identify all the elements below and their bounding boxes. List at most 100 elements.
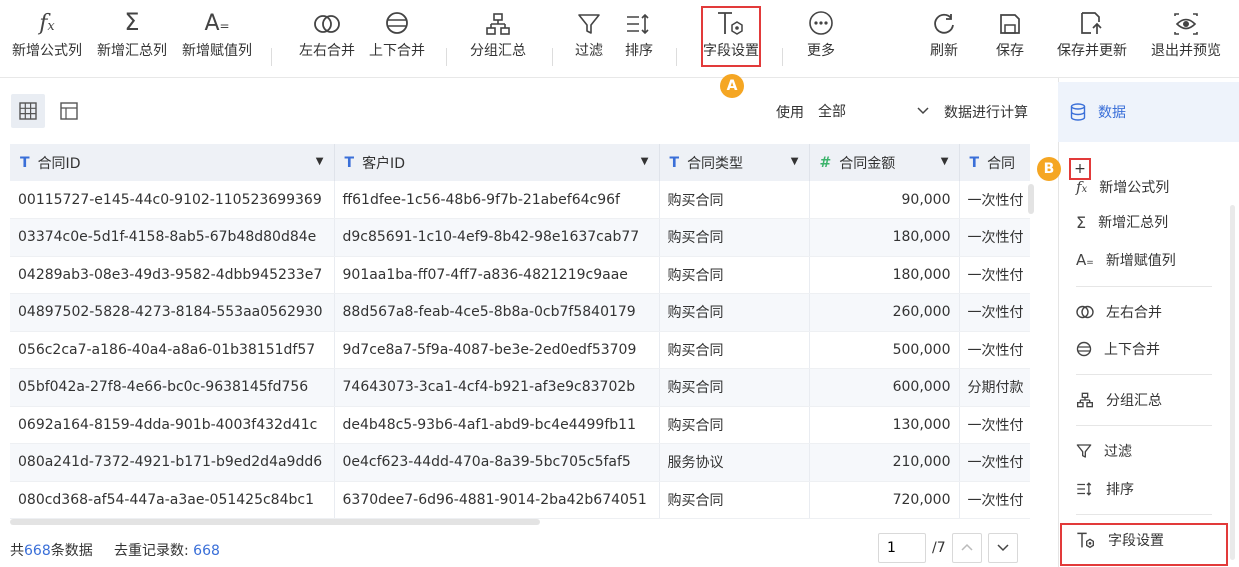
table-cell: 购买合同 xyxy=(659,256,810,294)
sigma-icon: Σ xyxy=(1076,212,1087,232)
table-cell: 180,000 xyxy=(809,218,960,257)
column-header-customer-id[interactable]: T 客户ID ▼ xyxy=(334,144,660,181)
table-row[interactable]: 056c2ca7-a186-40a4-a8a6-01b38151df57 9d7c… xyxy=(10,331,1030,369)
exit-preview-label: 退出并预览 xyxy=(1151,43,1221,59)
merge-top-bottom-button[interactable]: 上下合并 xyxy=(364,0,430,78)
assign-icon: A= xyxy=(1076,251,1094,269)
table-row[interactable]: 0692a164-8159-4dda-901b-4003f432d41c de4b… xyxy=(10,406,1030,444)
table-cell: 一次性付 xyxy=(959,256,1030,294)
text-type-icon: T xyxy=(20,154,30,171)
use-select[interactable]: 全部 xyxy=(812,96,936,126)
side-data-header[interactable]: 数据 xyxy=(1058,82,1239,142)
table-cell: 180,000 xyxy=(809,256,960,294)
save-button[interactable]: 保存 xyxy=(990,0,1030,78)
calc-label: 数据进行计算 xyxy=(944,105,1028,121)
column-header-contract-id[interactable]: T 合同ID ▼ xyxy=(10,144,335,181)
table-cell: 901aa1ba-ff07-4ff7-a836-4821219c9aae xyxy=(334,256,660,294)
column-header-contract-type[interactable]: T 合同类型 ▼ xyxy=(659,144,810,181)
exit-preview-button[interactable]: 退出并预览 xyxy=(1146,0,1226,78)
dedup-count-value: 668 xyxy=(193,543,220,559)
table-row[interactable]: 04897502-5828-4273-8184-553aa0562930 88d5… xyxy=(10,293,1030,332)
merge-lr-icon xyxy=(313,0,341,42)
menu-item-label: 新增赋值列 xyxy=(1105,253,1176,269)
more-button[interactable]: 更多 xyxy=(800,0,842,78)
menu-item-add-summary[interactable]: Σ 新增汇总列 xyxy=(1064,207,1214,237)
menu-item-add-formula[interactable]: fx 新增公式列 xyxy=(1064,172,1214,202)
table-cell: 88d567a8-feab-4ce5-8b8a-0cb7f5840179 xyxy=(334,293,660,332)
caret-down-icon[interactable]: ▼ xyxy=(641,156,649,167)
merge-left-right-button[interactable]: 左右合并 xyxy=(294,0,360,78)
column-header-contract-amount[interactable]: # 合同金额 ▼ xyxy=(809,144,960,181)
column-header-contract-extra[interactable]: T 合同 xyxy=(959,144,1030,181)
table-cell: ff61dfee-1c56-48b6-9f7b-21abef64c96f xyxy=(334,181,660,219)
toolbar-divider xyxy=(271,48,272,66)
side-scrollbar[interactable] xyxy=(1230,205,1235,560)
table-cell: 210,000 xyxy=(809,443,960,482)
menu-item-filter[interactable]: 过滤 xyxy=(1064,436,1214,466)
total-suffix: 条数据 xyxy=(50,543,93,559)
merge-tb-label: 上下合并 xyxy=(369,43,425,59)
group-summary-button[interactable]: 分组汇总 xyxy=(464,0,532,78)
use-select-value: 全部 xyxy=(818,104,846,120)
field-settings-menu-highlight xyxy=(1060,523,1228,566)
menu-item-add-assign[interactable]: A= 新增赋值列 xyxy=(1064,245,1214,275)
menu-item-label: 排序 xyxy=(1106,482,1134,498)
menu-item-sort[interactable]: 排序 xyxy=(1064,474,1214,504)
table-cell: 04897502-5828-4273-8184-553aa0562930 xyxy=(10,293,335,332)
table-row[interactable]: 03374c0e-5d1f-4158-8ab5-67b48d80d84e d9c8… xyxy=(10,218,1030,257)
page-input[interactable] xyxy=(878,533,926,563)
menu-item-merge-tb[interactable]: 上下合并 xyxy=(1064,334,1214,364)
caret-down-icon[interactable]: ▼ xyxy=(791,156,799,167)
chevron-up-icon xyxy=(961,543,973,551)
table-row[interactable]: 04289ab3-08e3-49d3-9582-4dbb945233e7 901a… xyxy=(10,256,1030,294)
table-cell: 一次性付 xyxy=(959,218,1030,257)
refresh-button[interactable]: 刷新 xyxy=(924,0,964,78)
formula-icon: fx xyxy=(1076,178,1088,196)
table-row[interactable]: 080cd368-af54-447a-a3ae-051425c84bc1 6370… xyxy=(10,481,1030,519)
side-data-title: 数据 xyxy=(1098,105,1126,121)
menu-item-label: 新增汇总列 xyxy=(1098,215,1169,231)
badge-b: B xyxy=(1037,157,1061,181)
column-title: 客户ID xyxy=(362,155,405,172)
table-row[interactable]: 00115727-e145-44c0-9102-110523699369 ff61… xyxy=(10,181,1030,219)
next-page-button[interactable] xyxy=(988,533,1018,563)
vertical-scrollbar[interactable] xyxy=(1028,184,1034,214)
add-summary-label: 新增汇总列 xyxy=(97,43,167,59)
column-title: 合同 xyxy=(987,155,1016,172)
table-cell: 9d7ce8a7-5f9a-4087-be3e-2ed0edf53709 xyxy=(334,331,660,369)
table-cell: 一次性付 xyxy=(959,181,1030,219)
layout-view-button[interactable] xyxy=(52,94,86,128)
table-row[interactable]: 080a241d-7372-4921-b171-b9ed2d4a9dd6 0e4c… xyxy=(10,443,1030,482)
table-cell: 500,000 xyxy=(809,331,960,369)
text-type-icon: T xyxy=(969,154,980,171)
menu-item-merge-lr[interactable]: 左右合并 xyxy=(1064,297,1214,327)
grid-icon xyxy=(19,102,37,120)
save-update-button[interactable]: 保存并更新 xyxy=(1052,0,1132,78)
table-cell: 一次性付 xyxy=(959,406,1030,444)
menu-divider xyxy=(1076,514,1212,515)
grid-view-button[interactable] xyxy=(11,94,45,128)
horizontal-scrollbar[interactable] xyxy=(10,519,540,525)
table-cell: 一次性付 xyxy=(959,481,1030,519)
prev-page-button[interactable] xyxy=(952,533,982,563)
sort-button[interactable]: 排序 xyxy=(620,0,658,78)
column-title: 合同类型 xyxy=(687,155,744,172)
text-type-icon: T xyxy=(344,154,355,171)
group-icon xyxy=(1077,392,1093,408)
caret-down-icon[interactable]: ▼ xyxy=(941,156,949,167)
filter-button[interactable]: 过滤 xyxy=(570,0,608,78)
add-formula-column-button[interactable]: fx 新增公式列 xyxy=(8,0,86,78)
assign-icon: A= xyxy=(204,11,230,36)
menu-item-group[interactable]: 分组汇总 xyxy=(1064,385,1214,415)
table-cell: 130,000 xyxy=(809,406,960,444)
total-count: 共668条数据 xyxy=(10,540,93,560)
add-assign-column-button[interactable]: A= 新增赋值列 xyxy=(178,0,256,78)
sort-icon xyxy=(1077,482,1092,496)
save-update-icon xyxy=(1079,0,1105,42)
table-row[interactable]: 05bf042a-27f8-4e66-bc0c-9638145fd756 7464… xyxy=(10,368,1030,407)
caret-down-icon[interactable]: ▼ xyxy=(316,156,324,167)
sigma-icon: Σ xyxy=(124,8,140,36)
table-cell: 0692a164-8159-4dda-901b-4003f432d41c xyxy=(10,406,335,444)
add-summary-column-button[interactable]: Σ 新增汇总列 xyxy=(93,0,171,78)
sort-label: 排序 xyxy=(625,43,653,59)
